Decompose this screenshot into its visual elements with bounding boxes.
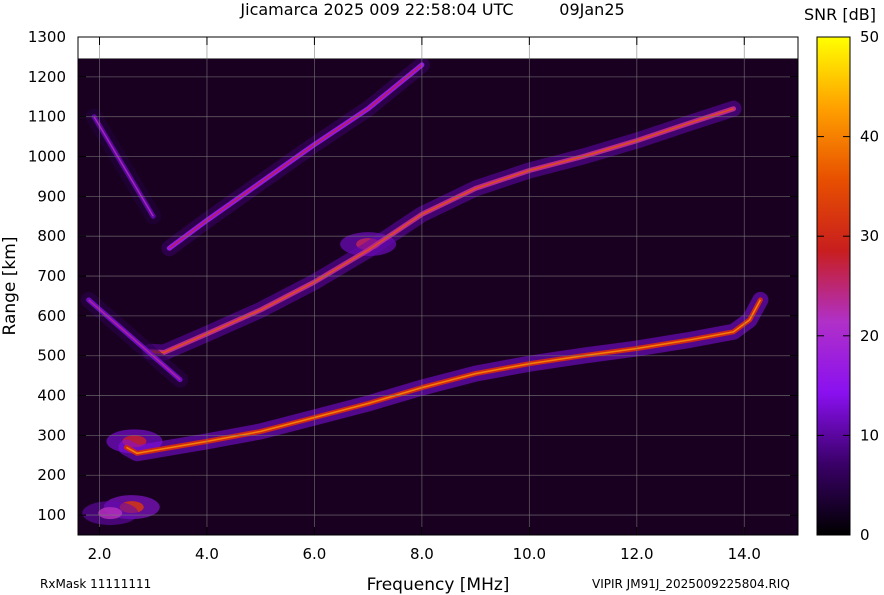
file-name-text: VIPIR JM91J_2025009225804.RIQ (592, 577, 790, 591)
colorbar-label: SNR [dB] (804, 5, 876, 24)
y-tick-label-3: 400 (37, 387, 66, 405)
colorbar-tick-label-3: 30 (860, 227, 879, 245)
y-tick-label-5: 600 (37, 307, 66, 325)
y-tick-label-11: 1200 (28, 68, 66, 86)
colorbar-tick-label-0: 0 (860, 526, 870, 544)
y-tick-label-12: 1300 (28, 28, 66, 46)
y-tick-label-7: 800 (37, 227, 66, 245)
y-tick-label-9: 1000 (28, 148, 66, 166)
y-tick-label-6: 700 (37, 267, 66, 285)
rxmask-text: RxMask 11111111 (40, 577, 151, 591)
chart-title: Jicamarca 2025 009 22:58:04 UTC (239, 0, 513, 19)
x-tick-label-2: 6.0 (302, 545, 326, 563)
x-tick-label-5: 12.0 (620, 545, 653, 563)
y-tick-label-8: 900 (37, 187, 66, 205)
y-axis-label: Range [km] (0, 237, 20, 336)
x-tick-label-6: 14.0 (728, 545, 761, 563)
x-tick-label-0: 2.0 (88, 545, 112, 563)
x-tick-label-1: 4.0 (195, 545, 219, 563)
colorbar-tick-label-5: 50 (860, 28, 879, 46)
y-tick-label-2: 300 (37, 426, 66, 444)
colorbar-tick-label-2: 20 (860, 327, 879, 345)
ionogram-chart: Jicamarca 2025 009 22:58:04 UTC 09Jan25 … (0, 0, 879, 595)
colorbar-tick-label-1: 10 (860, 426, 879, 444)
y-tick-label-10: 1100 (28, 108, 66, 126)
y-tick-label-4: 500 (37, 347, 66, 365)
y-tick-label-0: 100 (37, 506, 66, 524)
x-axis-label: Frequency [MHz] (367, 575, 510, 595)
x-tick-label-3: 8.0 (410, 545, 434, 563)
plot-frame-top (77, 36, 799, 60)
echo-blob-1 (98, 507, 123, 520)
y-tick-label-1: 200 (37, 466, 66, 484)
colorbar (816, 36, 851, 536)
x-tick-label-4: 10.0 (513, 545, 546, 563)
chart-date: 09Jan25 (559, 0, 624, 19)
colorbar-tick-label-4: 40 (860, 128, 879, 146)
